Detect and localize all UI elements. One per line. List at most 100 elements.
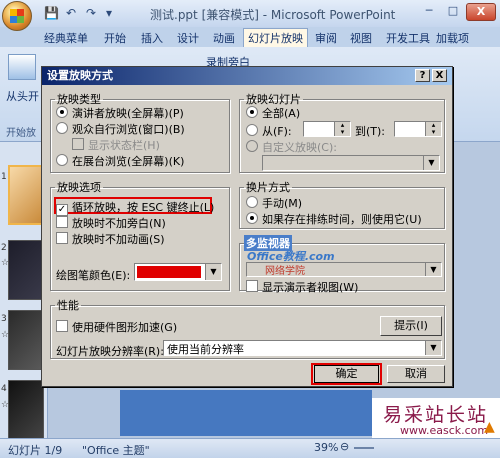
radio-icon (246, 124, 258, 136)
presenter-view-checkbox[interactable]: 显示演示者视图(W) (246, 279, 358, 295)
slide-number: 2 (1, 243, 7, 253)
tab-home[interactable]: 开始 (104, 30, 126, 47)
animation-star-icon: ☆ (1, 330, 10, 340)
status-bar (0, 438, 500, 458)
pen-color-swatch (137, 266, 201, 278)
radio-icon (56, 154, 68, 166)
from-radio[interactable]: 从(F): (246, 123, 292, 139)
customize-toolbar-icon[interactable]: ▾ (106, 6, 112, 20)
radio-selected-icon (246, 106, 258, 118)
use-timings-label: 如果存在排练时间，则使用它(U) (262, 213, 422, 226)
slide-thumbnail[interactable] (8, 165, 44, 225)
show-options-legend: 放映选项 (57, 181, 101, 194)
undo-icon[interactable]: ↶ (66, 6, 76, 20)
zoom-out-icon[interactable]: ⊖ (340, 440, 349, 453)
slide-thumbnail[interactable] (8, 380, 44, 440)
to-slide-input[interactable]: ▴ ▾ (394, 121, 442, 137)
zoom-level[interactable]: 39% (314, 441, 338, 454)
chevron-down-icon: ▼ (425, 263, 441, 276)
help-button[interactable]: ? (415, 69, 430, 82)
close-window-button[interactable]: X (466, 3, 496, 21)
kiosk-radio[interactable]: 在展台浏览(全屏幕)(K) (56, 153, 184, 169)
browsed-window-radio[interactable]: 观众自行浏览(窗口)(B) (56, 121, 185, 137)
animation-star-icon: ☆ (1, 258, 10, 268)
watermark-url: www.easck.com (400, 424, 489, 437)
radio-selected-icon (246, 212, 258, 224)
slide-number: 3 (1, 314, 7, 324)
slide-thumbnail[interactable] (8, 240, 44, 300)
show-scrollbar-label: 显示状态栏(H) (88, 139, 160, 152)
tab-addins[interactable]: 加载项 (436, 30, 469, 47)
chevron-down-icon: ▼ (425, 341, 441, 355)
from-start-label[interactable]: 从头开 (6, 88, 39, 104)
tab-slide-show[interactable]: 幻灯片放映 (243, 28, 308, 47)
office-button[interactable] (2, 1, 32, 31)
hardware-accel-checkbox[interactable]: 使用硬件图形加速(G) (56, 319, 177, 335)
pen-color-picker[interactable]: ▼ (134, 263, 222, 281)
radio-icon (246, 196, 258, 208)
spinner-icon[interactable]: ▴ ▾ (334, 122, 350, 136)
office-logo-icon (10, 9, 24, 23)
hardware-accel-label: 使用硬件图形加速(G) (72, 321, 178, 334)
chevron-down-icon: ▼ (205, 264, 221, 280)
slide-count: 幻灯片 1/9 (8, 444, 63, 457)
checkbox-icon (56, 320, 68, 332)
tab-view[interactable]: 视图 (350, 30, 372, 47)
resolution-value: 使用当前分辨率 (167, 343, 244, 356)
from-start-icon[interactable] (8, 54, 36, 80)
loop-checkbox[interactable]: ✓ 循环放映，按 ESC 键终止(L) (56, 199, 214, 216)
presenter-radio[interactable]: 演讲者放映(全屏幕)(P) (56, 105, 184, 121)
no-narration-checkbox[interactable]: 放映时不加旁白(N) (56, 215, 166, 231)
all-slides-radio[interactable]: 全部(A) (246, 105, 300, 121)
manual-radio[interactable]: 手动(M) (246, 195, 302, 211)
custom-show-select[interactable]: ▼ (262, 155, 440, 171)
redo-icon[interactable]: ↷ (86, 6, 96, 20)
slide-number: 1 (1, 172, 7, 182)
from-label: 从(F): (262, 125, 292, 138)
slide-canvas[interactable] (120, 390, 372, 436)
advance-slides-legend: 换片方式 (246, 181, 290, 194)
from-slide-input[interactable]: ▴ ▾ (303, 121, 351, 137)
show-scrollbar-checkbox[interactable]: 显示状态栏(H) (72, 137, 160, 153)
no-animation-checkbox[interactable]: 放映时不加动画(S) (56, 231, 165, 247)
spinner-icon[interactable]: ▴ ▾ (425, 122, 441, 136)
zoom-slider[interactable] (354, 447, 374, 449)
ok-button[interactable]: 确定 (314, 365, 379, 383)
dialog-close-button[interactable]: X (432, 69, 447, 82)
presenter-label: 演讲者放映(全屏幕)(P) (72, 107, 184, 120)
tab-animation[interactable]: 动画 (213, 30, 235, 47)
performance-legend: 性能 (57, 299, 79, 312)
save-icon[interactable]: 💾 (44, 6, 59, 20)
slide-thumbnail[interactable] (8, 310, 44, 370)
maximize-button[interactable]: □ (442, 4, 464, 20)
checkbox-icon (246, 280, 258, 292)
manual-label: 手动(M) (262, 197, 303, 210)
tab-insert[interactable]: 插入 (141, 30, 163, 47)
theme-name: "Office 主题" (82, 444, 150, 457)
custom-show-label: 自定义放映(C): (262, 141, 337, 154)
display-select[interactable]: 网络学院 ▼ (246, 262, 442, 277)
use-timings-radio[interactable]: 如果存在排练时间，则使用它(U) (246, 211, 422, 227)
tab-design[interactable]: 设计 (177, 30, 199, 47)
browsed-window-label: 观众自行浏览(窗口)(B) (72, 123, 185, 136)
dialog-title: 设置放映方式 (42, 67, 452, 85)
radio-icon (56, 122, 68, 134)
animation-star-icon: ☆ (1, 400, 10, 410)
resolution-select[interactable]: 使用当前分辨率 ▼ (163, 340, 442, 356)
custom-show-radio[interactable]: 自定义放映(C): (246, 139, 337, 155)
watermark-logo-icon: ▲ (484, 419, 495, 435)
no-animation-label: 放映时不加动画(S) (72, 233, 165, 246)
tab-review[interactable]: 审阅 (315, 30, 337, 47)
start-group-label: 开始放 (6, 128, 36, 139)
tips-button[interactable]: 提示(I) (380, 316, 442, 336)
checkbox-icon (72, 138, 84, 150)
minimize-button[interactable]: ─ (418, 4, 440, 20)
radio-icon (246, 140, 258, 152)
resolution-label: 幻灯片放映分辨率(R): (56, 345, 164, 358)
checkbox-icon (56, 232, 68, 244)
watermark-text: 易采站长站 (383, 404, 489, 426)
tab-developer[interactable]: 开发工具 (386, 30, 430, 47)
tab-classic-menu[interactable]: 经典菜单 (44, 30, 88, 47)
radio-selected-icon (56, 106, 68, 118)
cancel-button[interactable]: 取消 (387, 365, 445, 383)
